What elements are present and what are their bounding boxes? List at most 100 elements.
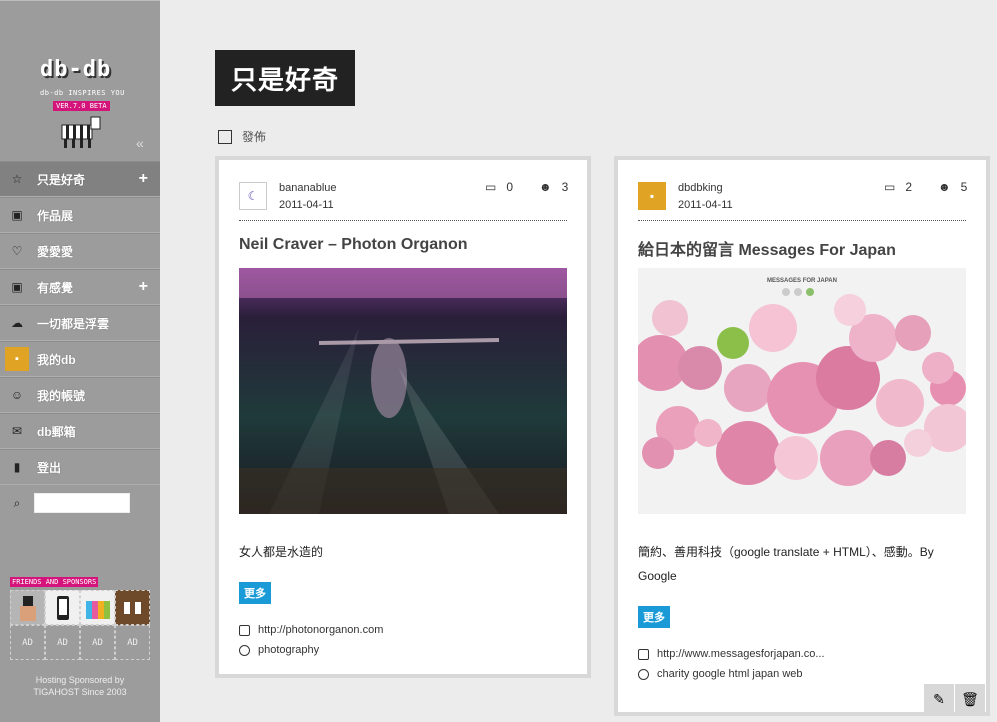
sidebar-item-feeling[interactable]: ▣ 有感覺 + xyxy=(0,269,160,305)
trash-icon: 🗑 xyxy=(961,690,979,707)
sidebar-item-love[interactable]: ♡ 愛愛愛 xyxy=(0,233,160,269)
hosting-line: TIGAHOST Since 2003 xyxy=(33,687,127,697)
post-tags: charity google html japan web xyxy=(638,668,803,680)
post-image[interactable]: MESSAGES FOR JAPAN xyxy=(638,268,966,514)
post-description: 女人都是水造的 xyxy=(239,545,324,559)
tag-icon xyxy=(638,668,649,680)
search-input[interactable] xyxy=(34,493,130,513)
delete-post-button[interactable]: 🗑 xyxy=(955,684,985,714)
ad-slot[interactable]: AD xyxy=(10,625,45,660)
ad-slot[interactable]: AD xyxy=(115,625,150,660)
sidebar-item-account[interactable]: ☺ 我的帳號 xyxy=(0,377,160,413)
sidebar-item-label: 只是好奇 xyxy=(37,172,86,187)
like-count-value: 3 xyxy=(561,180,569,194)
edit-icon xyxy=(218,129,232,144)
post-date: 2011-04-11 xyxy=(279,199,334,211)
author-name[interactable]: bananablue xyxy=(279,182,337,194)
avatar[interactable]: ☾ xyxy=(239,182,267,210)
ad-slot[interactable]: AD xyxy=(80,625,115,660)
moon-icon: ☾ xyxy=(247,189,259,203)
hosting-credit: Hosting Sponsored by TIGAHOST Since 2003 xyxy=(0,674,160,698)
post-url: http://www.messagesforjapan.co... xyxy=(638,648,825,660)
sponsor-logo[interactable] xyxy=(115,590,150,625)
hosting-line: Hosting Sponsored by xyxy=(35,675,125,685)
sidebar-item-my-db[interactable]: ▪ 我的db xyxy=(0,341,160,377)
sidebar-item-label: db郵箱 xyxy=(37,424,76,439)
more-button[interactable]: 更多 xyxy=(239,582,271,604)
post-description: 簡約、善用科技（google translate + HTML）、感動。By G… xyxy=(638,545,934,583)
sidebar-item-label: 有感覺 xyxy=(37,280,74,295)
comment-icon: ▭ xyxy=(884,180,896,194)
sidebar-item-curious[interactable]: ☆ 只是好奇 + xyxy=(0,161,160,197)
post-card: ▪ dbdbking 2011-04-11 ▭ 2 ☻ 5 給日本的留言 Mes… xyxy=(614,156,990,716)
author-name[interactable]: dbdbking xyxy=(678,182,723,194)
comment-count[interactable]: ▭ 2 xyxy=(884,180,912,194)
user-icon: ☺ xyxy=(10,388,24,402)
logo-area: db-db db-db INSPIRES YOU VER.7.0 BETA « xyxy=(0,1,160,161)
sidebar-item-clouds[interactable]: ☁ 一切都是浮雲 xyxy=(0,305,160,341)
sidebar-item-label: 愛愛愛 xyxy=(37,244,74,259)
smiley-icon: ☻ xyxy=(938,180,951,194)
edit-post-button[interactable]: ✎ xyxy=(924,684,954,714)
image-header: MESSAGES FOR JAPAN xyxy=(767,278,837,284)
divider xyxy=(638,220,966,221)
sponsor-logo[interactable] xyxy=(45,590,80,625)
sponsors-title: FRIENDS AND SPONSORS xyxy=(10,577,99,587)
sidebar-item-label: 登出 xyxy=(37,460,62,475)
gallery-icon: ▣ xyxy=(11,208,23,222)
logout-icon: ▮ xyxy=(13,460,21,474)
tag-link[interactable]: charity google html japan web xyxy=(657,668,803,680)
more-button[interactable]: 更多 xyxy=(638,606,670,628)
search-icon: ⌕ xyxy=(13,495,21,510)
cloud-icon: ☁ xyxy=(11,316,23,330)
post-image[interactable] xyxy=(239,268,567,514)
star-icon: ☆ xyxy=(11,172,23,186)
card-content: ☾ bananablue 2011-04-11 ▭ 0 ☻ 3 Neil Cra… xyxy=(239,180,568,660)
url-link[interactable]: http://www.messagesforjapan.co... xyxy=(657,648,825,660)
card-content: ▪ dbdbking 2011-04-11 ▭ 2 ☻ 5 給日本的留言 Mes… xyxy=(638,180,967,700)
sidebar-item-label: 作品展 xyxy=(37,208,74,223)
heart-icon: ♡ xyxy=(11,244,23,258)
divider xyxy=(239,220,567,221)
gallery-icon: ▣ xyxy=(11,280,23,294)
add-icon[interactable]: + xyxy=(139,170,148,188)
db-icon: ▪ xyxy=(5,347,29,371)
avatar[interactable]: ▪ xyxy=(638,182,666,210)
tagline: db-db INSPIRES YOU xyxy=(40,89,125,97)
comment-count[interactable]: ▭ 0 xyxy=(485,180,513,194)
comment-icon: ▭ xyxy=(485,180,497,194)
version-badge: VER.7.0 BETA xyxy=(53,101,110,111)
like-count[interactable]: ☻ 5 xyxy=(938,180,967,194)
sidebar-search: ⌕ xyxy=(0,485,160,521)
post-button[interactable]: 發佈 xyxy=(218,128,266,145)
collapse-sidebar-icon[interactable]: « xyxy=(136,135,144,151)
sidebar: db-db db-db INSPIRES YOU VER.7.0 BETA « … xyxy=(0,0,160,722)
ad-slot[interactable]: AD xyxy=(45,625,80,660)
smiley-icon: ☻ xyxy=(539,180,552,194)
comment-count-value: 2 xyxy=(905,180,913,194)
mail-icon: ✉ xyxy=(11,424,23,438)
sponsor-logo[interactable] xyxy=(80,590,115,625)
post-tags: photography xyxy=(239,644,319,656)
logo[interactable]: db-db xyxy=(40,57,111,82)
url-link[interactable]: http://photonorganon.com xyxy=(258,624,383,636)
sidebar-item-mailbox[interactable]: ✉ db郵箱 xyxy=(0,413,160,449)
tag-link[interactable]: photography xyxy=(258,644,319,656)
corner-actions: ✎ 🗑 xyxy=(924,684,985,714)
sidebar-item-label: 我的db xyxy=(37,352,76,367)
post-label: 發佈 xyxy=(242,130,267,144)
post-title[interactable]: Neil Craver – Photon Organon xyxy=(239,236,467,254)
add-icon[interactable]: + xyxy=(139,278,148,296)
like-count-value: 5 xyxy=(960,180,968,194)
tag-icon xyxy=(239,644,250,656)
edit-icon: ✎ xyxy=(933,690,945,707)
sidebar-item-label: 我的帳號 xyxy=(37,388,86,403)
comment-count-value: 0 xyxy=(506,180,514,194)
zebra-mascot-icon xyxy=(61,116,101,148)
post-title[interactable]: 給日本的留言 Messages For Japan xyxy=(638,236,896,260)
link-icon xyxy=(638,648,649,660)
sidebar-item-gallery[interactable]: ▣ 作品展 xyxy=(0,197,160,233)
sidebar-item-logout[interactable]: ▮ 登出 xyxy=(0,449,160,485)
like-count[interactable]: ☻ 3 xyxy=(539,180,568,194)
sponsor-logo[interactable] xyxy=(10,590,45,625)
